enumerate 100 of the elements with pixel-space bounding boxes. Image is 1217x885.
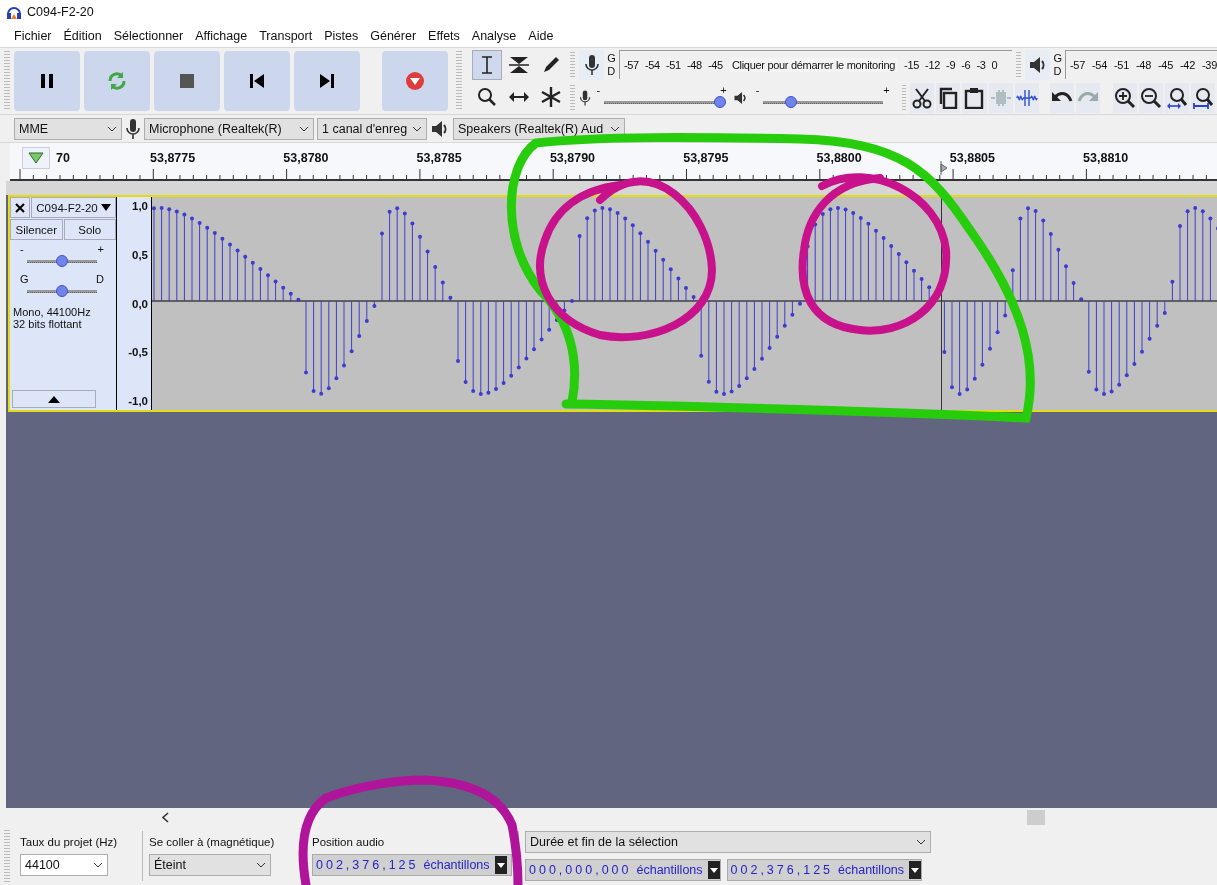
window-title: C094-F2-20 [27, 5, 94, 19]
meter-tick-label: -3 [976, 59, 986, 71]
play-head-button[interactable] [22, 147, 50, 169]
slider-thumb[interactable] [713, 95, 726, 108]
timeline-label: 53,8785 [416, 151, 462, 165]
slider-label: + [97, 244, 104, 255]
record-button[interactable] [382, 51, 448, 111]
meter-tick-label: -42 [1180, 59, 1195, 71]
slider-label: + [883, 84, 890, 96]
record-meter-button[interactable] [579, 49, 605, 80]
playback-meter-button[interactable] [1025, 49, 1051, 80]
headphones-icon [6, 4, 22, 20]
channel-label: D [607, 64, 616, 78]
track-name-button[interactable]: C094-F2-20 [31, 197, 116, 218]
timeline-label: 53,8805 [949, 151, 995, 165]
menu-item[interactable]: Générer [364, 28, 423, 43]
clipboard-button[interactable] [962, 82, 987, 113]
slider-label: + [720, 84, 727, 96]
monitoring-prompt[interactable]: Cliquer pour démarrer le monitoring [728, 58, 899, 72]
dropdown-arrow-icon [496, 862, 505, 868]
playback-meter[interactable]: -57 -54 -51 -48 -45 -42 -39 [1065, 50, 1217, 79]
meter-tick-label: -6 [961, 59, 971, 71]
channels-select[interactable]: 1 canal d'enreg [317, 117, 427, 140]
selection-mode-select[interactable]: Durée et fin de la sélection [525, 831, 931, 853]
chevron-down-icon [93, 862, 103, 868]
snap-label: Se coller à (magnétique) [149, 836, 276, 848]
undo-button[interactable] [1049, 82, 1074, 113]
slider[interactable]: - + [20, 244, 104, 270]
envelope-icon [508, 54, 530, 76]
zoom-in-icon [1113, 86, 1136, 109]
slider-thumb[interactable] [785, 95, 798, 108]
meter-tick-label: -48 [686, 59, 702, 71]
chevron-down-icon [299, 125, 309, 132]
dropdown-arrow-icon [911, 867, 920, 873]
slider[interactable]: - + [596, 84, 727, 111]
pause-button[interactable] [14, 51, 80, 111]
solo-button[interactable]: Solo [63, 219, 116, 240]
time-control[interactable]: 002,376,125 échantillons [726, 859, 923, 881]
input-device-select[interactable]: Microphone (Realtek(R) [144, 117, 314, 140]
slider-thumb[interactable] [56, 285, 68, 297]
chevron-down-icon [412, 125, 422, 132]
menu-item[interactable]: Transport [253, 28, 319, 43]
channel-label: D [1053, 64, 1062, 78]
record-meter[interactable]: -57 -54 -51 -48 -45 Cliquer pour démarrer le monitoring -15 -12 -9 -6 -3 0 [618, 50, 1013, 79]
meter-tick-label: -39 [1202, 59, 1217, 71]
chevron-down-icon [916, 839, 926, 845]
scrollbar-thumb[interactable] [1027, 810, 1045, 825]
host-select[interactable]: MME [14, 117, 122, 140]
silence-button[interactable] [1014, 82, 1039, 113]
meter-tick-label: -57 [1070, 59, 1085, 71]
meter-tick-label: -57 [623, 59, 639, 71]
menu-item[interactable]: Analyse [465, 28, 523, 43]
copy-button[interactable] [936, 82, 961, 113]
chevron-left-icon [161, 812, 169, 823]
amplitude-label: 0,0 [132, 297, 148, 310]
chevron-down-icon [610, 125, 620, 132]
i-beam-tool[interactable] [472, 50, 502, 80]
skip-end-button[interactable] [294, 51, 360, 111]
meter-tick-label: -54 [644, 59, 660, 71]
menu-item[interactable]: Fichier [8, 28, 58, 43]
time-control[interactable]: 000,000,000 échantillons [525, 859, 721, 881]
zoom-fit-icon [1191, 86, 1214, 109]
zoom-fit-button[interactable] [1190, 82, 1215, 113]
timeline-label: 53,8790 [549, 151, 596, 165]
timeline-label: 70 [56, 151, 70, 165]
slider-label: D [96, 274, 104, 285]
close-track-button[interactable] [10, 197, 30, 218]
menu-item[interactable]: Sélectionner [107, 28, 190, 43]
time-control[interactable]: 002,376,125 échantillons [312, 854, 512, 876]
output-device-select[interactable]: Speakers (Realtek(R) Aud [453, 117, 625, 140]
track-info: 32 bits flottant [13, 318, 83, 330]
skip-start-button[interactable] [224, 51, 290, 111]
rate-select[interactable]: 44100 [20, 854, 108, 876]
slider[interactable]: - + [755, 84, 890, 111]
snap-select[interactable]: Éteint [149, 854, 271, 876]
mute-button[interactable]: Silencer [10, 219, 63, 240]
chevron-down-icon [107, 125, 117, 132]
meter-tick-label: -48 [1136, 59, 1151, 71]
menu-item[interactable]: Aide [522, 28, 560, 43]
amplitude-label: -0,5 [128, 346, 148, 359]
slider-thumb[interactable] [56, 255, 68, 267]
stop-button[interactable] [154, 51, 220, 111]
meter-tick-label: 0 [991, 59, 998, 71]
slider[interactable]: G D [20, 274, 104, 300]
scissors-icon [911, 86, 934, 109]
dropdown-arrow-icon [100, 204, 111, 211]
scissors-button[interactable] [910, 82, 935, 113]
meter-tick-label: -12 [925, 59, 941, 71]
menu-item[interactable]: Affichage [189, 28, 254, 43]
zoom-out-icon [1139, 86, 1162, 109]
menu-item[interactable]: Édition [57, 28, 108, 43]
collapse-button[interactable] [12, 390, 96, 408]
menu-item[interactable]: Effets [422, 28, 466, 43]
audio-track[interactable]: C094-F2-20 Silencer Solo - + G D Mono, 44100Hz 32 bits flottant 1,0 0,5 0,0 -0,5 -1,0 [8, 195, 1217, 412]
copy-icon [937, 86, 960, 109]
triangle-down-icon [28, 152, 44, 164]
zoom-selection-button[interactable] [1164, 82, 1189, 113]
zoom-in-button[interactable] [1112, 82, 1137, 113]
zoom-out-button[interactable] [1138, 82, 1163, 113]
menu-item[interactable]: Pistes [318, 28, 365, 43]
